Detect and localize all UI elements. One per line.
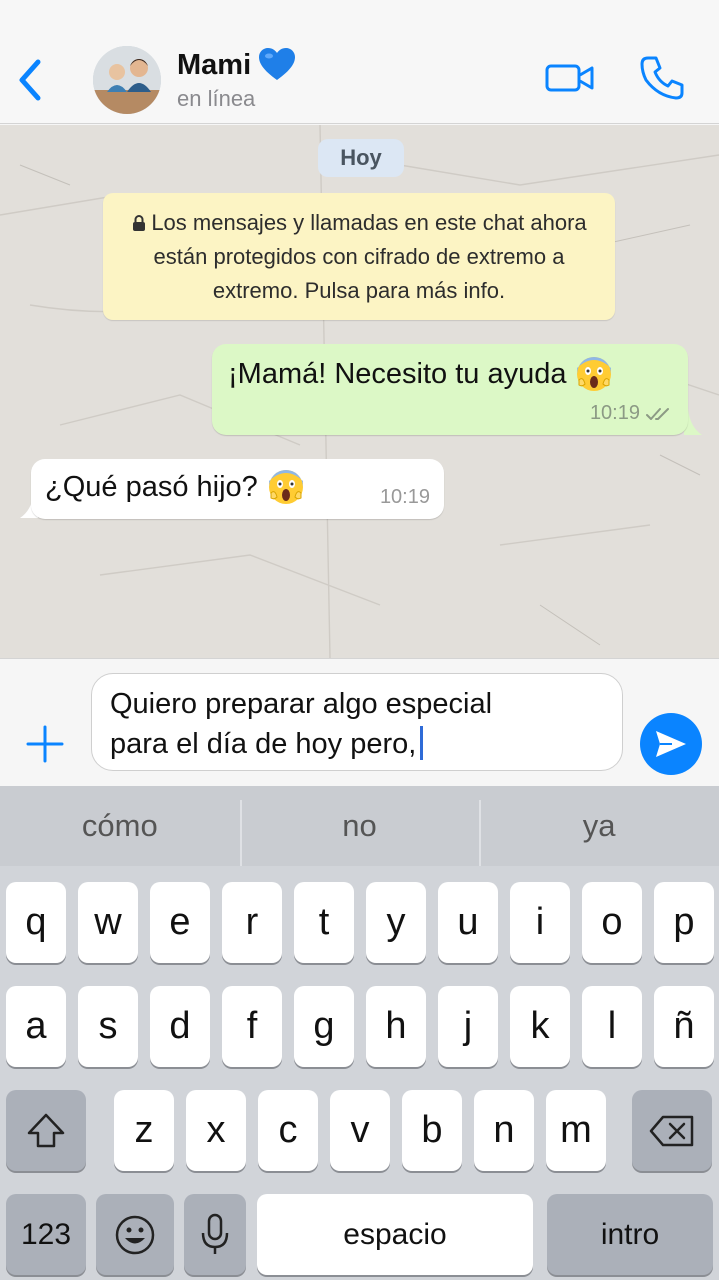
- key-m[interactable]: m: [546, 1090, 606, 1171]
- suggestion-item[interactable]: cómo: [0, 786, 240, 866]
- date-label: Hoy: [318, 139, 404, 177]
- emoji-key[interactable]: [96, 1194, 174, 1275]
- composer: Quiero preparar algo especial para el dí…: [0, 658, 719, 786]
- chevron-left-icon: [19, 59, 41, 101]
- send-button[interactable]: [640, 713, 702, 775]
- key-p[interactable]: p: [654, 882, 714, 963]
- key-c[interactable]: c: [258, 1090, 318, 1171]
- key-r[interactable]: r: [222, 882, 282, 963]
- microphone-icon: [201, 1213, 229, 1254]
- emoji-face-icon: [115, 1215, 155, 1254]
- chat-header: Mami en línea: [0, 0, 719, 124]
- message-text: ¿Qué pasó hijo?: [45, 470, 258, 503]
- key-w[interactable]: w: [78, 882, 138, 963]
- keyboard: cómo no ya q w e r t y u i o p a s d f g…: [0, 786, 719, 1280]
- key-f[interactable]: f: [222, 986, 282, 1067]
- screaming-face-icon: [577, 357, 612, 391]
- suggestion-bar: cómo no ya: [0, 786, 719, 866]
- attach-button[interactable]: [24, 723, 66, 765]
- video-call-button[interactable]: [544, 58, 596, 98]
- key-q[interactable]: q: [6, 882, 66, 963]
- key-d[interactable]: d: [150, 986, 210, 1067]
- suggestion-item[interactable]: no: [239, 786, 480, 866]
- lock-icon: [133, 215, 146, 231]
- input-line-1: Quiero preparar algo especial: [110, 688, 493, 720]
- key-v[interactable]: v: [330, 1090, 390, 1171]
- incoming-message[interactable]: ¿Qué pasó hijo? 10:19: [31, 459, 444, 519]
- shift-key[interactable]: [6, 1090, 86, 1171]
- key-enye[interactable]: ñ: [654, 986, 714, 1067]
- double-check-icon: [646, 407, 669, 420]
- key-g[interactable]: g: [294, 986, 354, 1067]
- key-h[interactable]: h: [366, 986, 426, 1067]
- encryption-notice-text: Los mensajes y llamadas en este chat aho…: [151, 210, 587, 303]
- return-key[interactable]: intro: [547, 1194, 713, 1275]
- voice-call-button[interactable]: [636, 52, 688, 104]
- key-y[interactable]: y: [366, 882, 426, 963]
- backspace-icon: [649, 1115, 694, 1146]
- delete-key[interactable]: [632, 1090, 712, 1171]
- key-b[interactable]: b: [402, 1090, 462, 1171]
- send-icon: [656, 731, 686, 757]
- encryption-notice[interactable]: Los mensajes y llamadas en este chat aho…: [103, 193, 615, 320]
- shift-arrow-icon: [27, 1113, 65, 1147]
- key-i[interactable]: i: [510, 882, 570, 963]
- avatar[interactable]: [93, 46, 161, 114]
- key-k[interactable]: k: [510, 986, 570, 1067]
- key-e[interactable]: e: [150, 882, 210, 963]
- key-l[interactable]: l: [582, 986, 642, 1067]
- message-text: ¡Mamá! Necesito tu ayuda: [228, 357, 567, 390]
- key-u[interactable]: u: [438, 882, 498, 963]
- input-line-2: para el día de hoy pero,: [110, 724, 604, 764]
- key-t[interactable]: t: [294, 882, 354, 963]
- blue-heart-icon: [259, 48, 296, 80]
- input-line-2-text: para el día de hoy pero,: [110, 728, 417, 760]
- contact-name-text: Mami: [177, 48, 252, 81]
- key-j[interactable]: j: [438, 986, 498, 1067]
- dictation-key[interactable]: [184, 1194, 246, 1275]
- suggestion-item[interactable]: ya: [479, 786, 719, 866]
- message-input[interactable]: Quiero preparar algo especial para el dí…: [91, 673, 623, 771]
- numbers-key[interactable]: 123: [6, 1194, 86, 1275]
- key-x[interactable]: x: [186, 1090, 246, 1171]
- key-s[interactable]: s: [78, 986, 138, 1067]
- back-button[interactable]: [10, 52, 50, 108]
- key-z[interactable]: z: [114, 1090, 174, 1171]
- key-o[interactable]: o: [582, 882, 642, 963]
- video-camera-icon: [545, 64, 594, 92]
- contact-name[interactable]: Mami: [177, 48, 296, 82]
- message-time: 10:19: [379, 486, 430, 508]
- screaming-face-icon: [268, 470, 303, 504]
- text-cursor: [420, 726, 424, 760]
- chat-area[interactable]: Hoy Los mensajes y llamadas en este chat…: [0, 125, 719, 658]
- contact-status: en línea: [177, 86, 256, 111]
- key-n[interactable]: n: [474, 1090, 534, 1171]
- key-a[interactable]: a: [6, 986, 66, 1067]
- space-key[interactable]: espacio: [257, 1194, 533, 1275]
- message-time: 10:19: [589, 402, 640, 424]
- outgoing-message[interactable]: ¡Mamá! Necesito tu ayuda 10:19: [212, 344, 688, 435]
- plus-icon: [26, 725, 64, 763]
- phone-icon: [640, 56, 684, 100]
